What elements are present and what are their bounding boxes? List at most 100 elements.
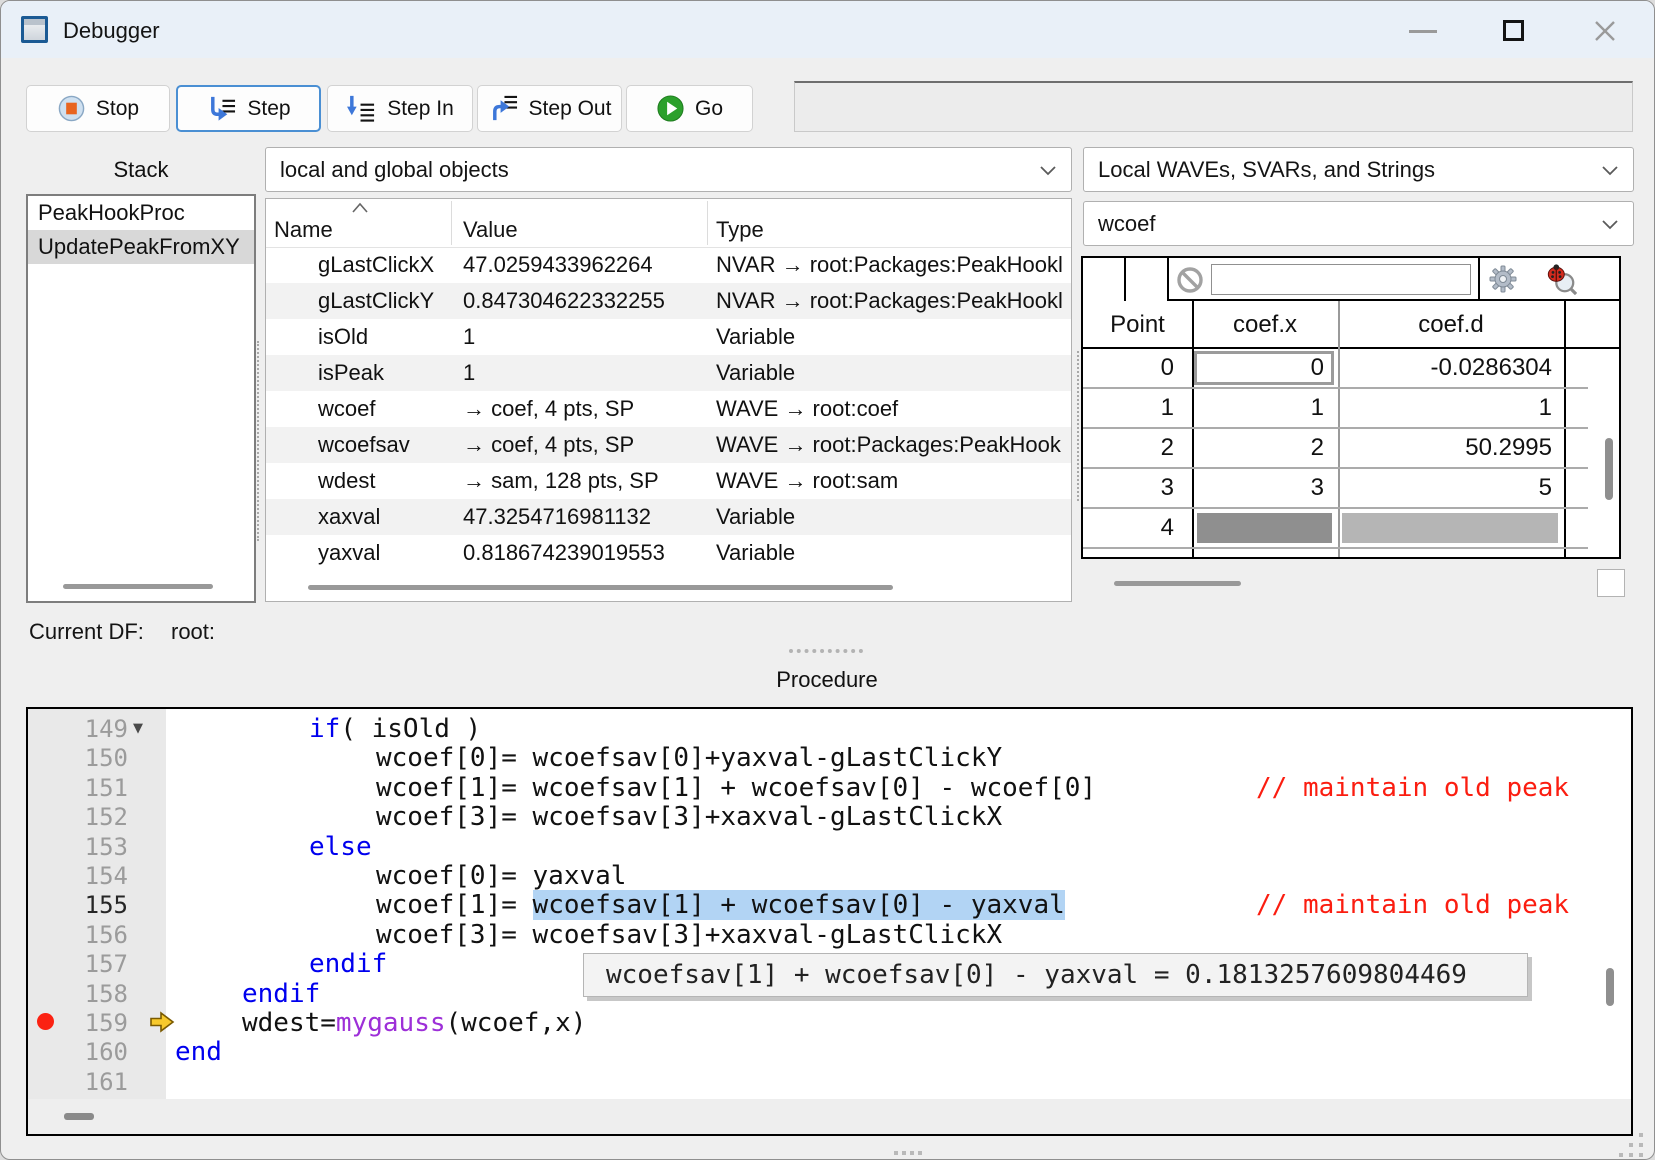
code-line-154[interactable]: 154wcoef[0]= yaxval [28, 860, 1631, 890]
code-line-161[interactable]: 161 [28, 1066, 1631, 1096]
objects-table[interactable]: Name Value Type gLastClickX47.0259433962… [265, 198, 1072, 602]
wave-row[interactable]: 111 [1083, 389, 1588, 429]
code-line-160[interactable]: 160 end [28, 1036, 1631, 1066]
wave-point-cell[interactable]: 1 [1083, 389, 1192, 427]
edge-drag-handle[interactable] [894, 1151, 924, 1157]
procedure-code-panel[interactable]: 149▼if( isOld )150wcoef[0]= wcoefsav[0]+… [26, 707, 1633, 1136]
wave-coefx-cell[interactable]: 2 [1192, 429, 1338, 467]
line-number[interactable]: 161 [28, 1068, 128, 1096]
panel-splitter-handle[interactable] [1077, 351, 1079, 501]
step-label: Step [247, 97, 290, 121]
stack-list[interactable]: PeakHookProcUpdatePeakFromXY [26, 194, 256, 603]
wave-column-coefx[interactable]: coef.x [1192, 311, 1338, 339]
wave-category-dropdown[interactable]: Local WAVEs, SVARs, and Strings [1083, 147, 1634, 192]
wave-coefd-cell[interactable]: 5 [1338, 469, 1564, 507]
code-line-155[interactable]: 155wcoef[1]= wcoefsav[1] + wcoefsav[0] -… [28, 889, 1631, 919]
code-line-150[interactable]: 150 wcoef[0]= wcoefsav[0]+yaxval-gLastCli… [28, 742, 1631, 772]
line-number[interactable]: 158 [28, 980, 128, 1008]
breakpoint-dot[interactable] [37, 1013, 54, 1030]
code-line-152[interactable]: 152 wcoef[3]= wcoefsav[3]+xaxval-gLastCli… [28, 801, 1631, 831]
column-header-value[interactable]: Value [463, 217, 518, 243]
stack-item[interactable]: PeakHookProc [28, 196, 254, 230]
wave-row[interactable]: 2250.2995 [1083, 429, 1588, 469]
line-number[interactable]: 151 [28, 774, 128, 802]
column-header-name[interactable]: Name [274, 217, 333, 243]
code-segment: wcoef[0]= wcoefsav[0]+yaxval-gLastClickY [376, 743, 1002, 773]
line-number[interactable]: 153 [28, 833, 128, 861]
code-line-159[interactable]: 159wdest=mygauss(wcoef,x) [28, 1007, 1631, 1037]
object-row[interactable]: isOld1Variable [266, 319, 1071, 355]
line-number[interactable]: 154 [28, 862, 128, 890]
panel-splitter-handle[interactable] [257, 341, 259, 541]
wave-coefx-cell[interactable]: 3 [1192, 469, 1338, 507]
fold-marker-icon[interactable]: ▼ [133, 721, 143, 736]
wave-table[interactable]: Point coef.x coef.d 00-0.02863041112250.… [1081, 256, 1621, 559]
window-resize-grip[interactable] [1619, 1133, 1645, 1159]
step-button[interactable]: Step [176, 85, 321, 132]
line-number[interactable]: 160 [28, 1038, 128, 1066]
stack-hscrollbar[interactable] [63, 584, 213, 589]
toolbar-divider [1478, 258, 1480, 301]
wave-coefd-cell[interactable]: -0.0286304 [1338, 349, 1564, 387]
wave-column-point[interactable]: Point [1083, 311, 1192, 339]
go-button[interactable]: Go [626, 85, 753, 132]
code-segment: end [175, 1037, 222, 1067]
line-number[interactable]: 155 [28, 891, 128, 919]
close-icon[interactable] [1591, 17, 1619, 45]
wave-coefd-cell[interactable]: 1 [1338, 389, 1564, 427]
debug-bug-icon[interactable] [1545, 263, 1577, 295]
line-number[interactable]: 150 [28, 744, 128, 772]
procedure-splitter-handle[interactable] [789, 649, 863, 653]
objects-table-header: Name Value Type [266, 199, 1071, 247]
line-number[interactable]: 149 [28, 715, 128, 743]
objects-hscrollbar[interactable] [308, 585, 893, 590]
stop-button[interactable]: Stop [26, 85, 170, 132]
step-in-button[interactable]: Step In [327, 85, 473, 132]
gear-icon[interactable] [1488, 264, 1518, 294]
column-divider [707, 201, 708, 245]
object-row[interactable]: wdest→ sam, 128 pts, SPWAVE → root:sam [266, 463, 1071, 499]
code-line-151[interactable]: 151wcoef[1]= wcoefsav[1] + wcoefsav[0] -… [28, 772, 1631, 802]
object-name: gLastClickY [318, 283, 434, 319]
object-row[interactable]: yaxval0.818674239019553Variable [266, 535, 1071, 571]
column-header-type[interactable]: Type [716, 217, 764, 243]
wave-hscrollbar[interactable] [1114, 581, 1241, 586]
code-hscrollbar[interactable] [64, 1113, 94, 1120]
minimize-icon[interactable] [1409, 30, 1437, 33]
wave-row[interactable]: 00-0.0286304 [1083, 349, 1588, 389]
wave-point-cell[interactable]: 0 [1083, 349, 1192, 387]
code-vscrollbar[interactable] [1606, 968, 1614, 1006]
wave-column-coefd[interactable]: coef.d [1338, 311, 1564, 339]
object-row[interactable]: xaxval47.3254716981132Variable [266, 499, 1071, 535]
code-text: wcoef[3]= wcoefsav[3]+xaxval-gLastClickX [376, 802, 1002, 832]
wave-table-size-box[interactable] [1597, 569, 1625, 597]
object-row[interactable]: gLastClickX47.0259433962264NVAR → root:P… [266, 247, 1071, 283]
object-row[interactable]: wcoefsav→ coef, 4 pts, SPWAVE → root:Pac… [266, 427, 1071, 463]
wave-row[interactable]: 335 [1083, 469, 1588, 509]
code-text: endif [309, 949, 387, 979]
object-row[interactable]: gLastClickY0.847304622332255NVAR → root:… [266, 283, 1071, 319]
stack-item[interactable]: UpdatePeakFromXY [28, 230, 254, 264]
maximize-icon[interactable] [1503, 20, 1524, 41]
object-row[interactable]: isPeak1Variable [266, 355, 1071, 391]
sort-ascending-icon[interactable] [350, 202, 370, 214]
wave-coefx-cell[interactable]: 1 [1192, 389, 1338, 427]
wave-table-entry-field[interactable] [1211, 264, 1471, 295]
wave-vscrollbar[interactable] [1605, 438, 1613, 500]
wave-row[interactable]: 4 [1083, 509, 1588, 549]
wave-point-cell[interactable]: 2 [1083, 429, 1192, 467]
wave-selector-dropdown[interactable]: wcoef [1083, 201, 1634, 246]
wave-coefd-cell[interactable]: 50.2995 [1338, 429, 1564, 467]
line-number[interactable]: 156 [28, 921, 128, 949]
wave-point-cell[interactable]: 4 [1083, 509, 1192, 547]
code-line-153[interactable]: 153else [28, 831, 1631, 861]
line-number[interactable]: 152 [28, 803, 128, 831]
code-hscroll-track[interactable] [28, 1099, 1631, 1134]
code-line-156[interactable]: 156wcoef[3]= wcoefsav[3]+xaxval-gLastCli… [28, 919, 1631, 949]
step-out-button[interactable]: Step Out [477, 85, 622, 132]
wave-point-cell[interactable]: 3 [1083, 469, 1192, 507]
line-number[interactable]: 157 [28, 950, 128, 978]
object-filter-dropdown[interactable]: local and global objects [265, 147, 1072, 192]
code-line-149[interactable]: 149▼if( isOld ) [28, 713, 1631, 743]
object-row[interactable]: wcoef→ coef, 4 pts, SPWAVE → root:coef [266, 391, 1071, 427]
